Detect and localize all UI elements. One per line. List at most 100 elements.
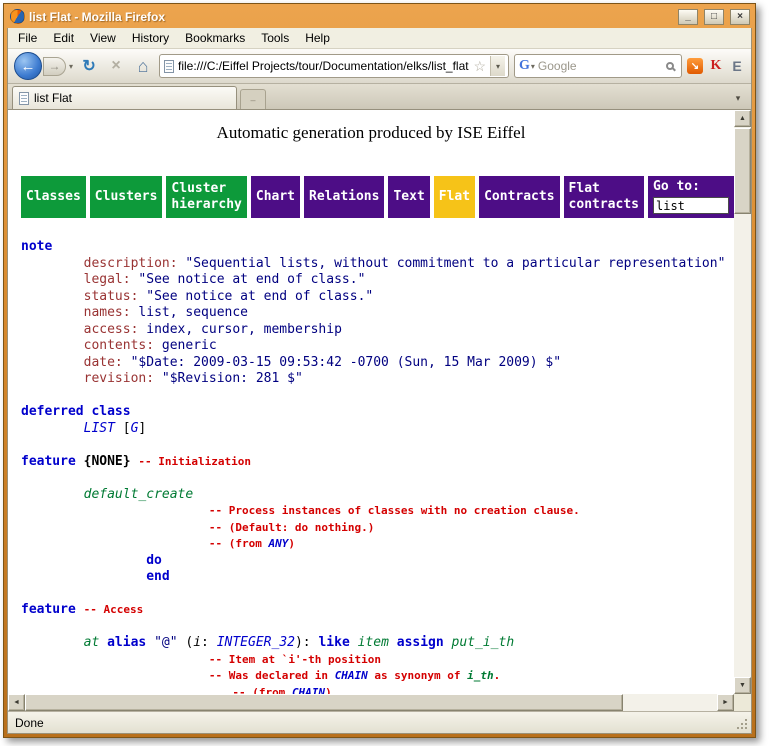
- code-line: -- (from ANY): [21, 536, 734, 553]
- nav-button-label: hierarchy: [171, 197, 241, 213]
- nav-button-contracts[interactable]: Contracts: [479, 176, 559, 218]
- menu-view[interactable]: View: [82, 29, 124, 47]
- tab-list-flat[interactable]: list Flat: [12, 86, 237, 109]
- menu-history[interactable]: History: [124, 29, 177, 47]
- status-bar: Done: [8, 711, 751, 733]
- maximize-button[interactable]: □: [704, 9, 724, 25]
- code-link[interactable]: CHAIN: [335, 669, 368, 682]
- code-segment: legal:: [84, 272, 139, 287]
- nav-button-label: Chart: [256, 189, 295, 205]
- scroll-left-button[interactable]: ◄: [8, 694, 25, 711]
- code-line: end: [21, 569, 734, 586]
- menu-tools[interactable]: Tools: [253, 29, 297, 47]
- menu-file[interactable]: File: [10, 29, 45, 47]
- nav-button-relations[interactable]: Relations: [304, 176, 384, 218]
- eiffel-code: note description: "Sequential lists, wit…: [21, 239, 734, 694]
- nav-button-text[interactable]: Text: [388, 176, 429, 218]
- back-button[interactable]: ←: [14, 52, 42, 80]
- scroll-up-button[interactable]: ▲: [734, 110, 751, 127]
- code-link[interactable]: item: [358, 635, 389, 650]
- menu-bookmarks[interactable]: Bookmarks: [177, 29, 253, 47]
- nav-button-flat[interactable]: Flat: [434, 176, 475, 218]
- download-extension-icon[interactable]: ↘: [687, 58, 703, 74]
- status-text: Done: [15, 716, 44, 730]
- k-extension-icon[interactable]: K: [708, 58, 724, 74]
- menu-edit[interactable]: Edit: [45, 29, 82, 47]
- url-text[interactable]: file:///C:/Eiffel Projects/tour/Document…: [178, 59, 469, 73]
- nav-button-classes[interactable]: Classes: [21, 176, 86, 218]
- code-segment: [146, 635, 154, 650]
- nav-button-clusters[interactable]: Clusters: [90, 176, 163, 218]
- code-line: [21, 586, 734, 603]
- code-segment: index, cursor, membership: [146, 322, 342, 337]
- code-segment: -- Initialization: [138, 455, 251, 468]
- tab-label: list Flat: [34, 91, 72, 105]
- horizontal-scrollbar[interactable]: ◄ ►: [8, 694, 734, 711]
- code-link[interactable]: put_i_th: [452, 635, 515, 650]
- vertical-scrollbar[interactable]: ▲ ▼: [734, 110, 751, 694]
- code-segment: .: [494, 669, 501, 682]
- forward-button[interactable]: →: [43, 57, 66, 76]
- menu-help[interactable]: Help: [297, 29, 338, 47]
- code-link[interactable]: LIST: [84, 421, 115, 436]
- refresh-button[interactable]: ↻: [78, 55, 100, 77]
- code-segment: feature: [21, 602, 84, 617]
- code-segment: feature: [21, 454, 76, 469]
- code-segment: "@": [154, 635, 177, 650]
- code-segment: description:: [84, 256, 186, 271]
- code-line: deferred class: [21, 404, 734, 421]
- bookmark-star-icon[interactable]: ☆: [473, 58, 486, 75]
- code-segment: :: [201, 635, 217, 650]
- code-link[interactable]: CHAIN: [292, 686, 325, 695]
- nav-button-label: Text: [393, 189, 424, 205]
- code-segment: "See notice at end of class.": [138, 272, 365, 287]
- nav-button-label: Flat: [569, 181, 639, 197]
- code-segment: [389, 635, 397, 650]
- title-bar: list Flat - Mozilla Firefox _ □ ×: [7, 7, 752, 28]
- code-segment: i: [193, 635, 201, 650]
- nav-button-cluster-hierarchy[interactable]: Clusterhierarchy: [166, 176, 246, 218]
- code-segment: do: [146, 553, 162, 568]
- search-box[interactable]: G ▾: [514, 54, 682, 78]
- stop-button[interactable]: ×: [105, 55, 127, 77]
- search-engine-dropdown-icon[interactable]: ▾: [531, 62, 535, 71]
- code-segment: -- Process instances of classes with no …: [209, 504, 580, 517]
- code-segment: -- (from: [209, 537, 269, 550]
- minimize-button[interactable]: _: [678, 9, 698, 25]
- code-segment: (: [178, 635, 194, 650]
- history-dropdown-icon[interactable]: ▾: [69, 62, 73, 71]
- close-button[interactable]: ×: [730, 9, 750, 25]
- url-dropdown-button[interactable]: ▾: [490, 56, 505, 76]
- code-line: date: "$Date: 2009-03-15 09:53:42 -0700 …: [21, 355, 734, 372]
- code-line: [21, 437, 734, 454]
- code-line: -- (from CHAIN): [21, 685, 734, 695]
- scroll-right-button[interactable]: ►: [717, 694, 734, 711]
- horizontal-scrollbar-thumb[interactable]: [25, 694, 623, 711]
- new-tab-stub[interactable]: –: [240, 89, 266, 109]
- code-link[interactable]: ANY: [268, 537, 288, 550]
- code-segment: [99, 635, 107, 650]
- search-input[interactable]: [538, 59, 663, 73]
- address-bar[interactable]: file:///C:/Eiffel Projects/tour/Document…: [159, 54, 509, 78]
- vertical-scrollbar-thumb[interactable]: [734, 128, 751, 214]
- code-line: [21, 388, 734, 405]
- nav-button-label: Flat: [439, 189, 470, 205]
- list-all-tabs-button[interactable]: ▾: [729, 88, 747, 108]
- resize-grip[interactable]: [745, 727, 747, 729]
- code-link[interactable]: at: [84, 635, 100, 650]
- firefox-icon: [10, 9, 25, 24]
- code-segment: ): [288, 537, 295, 550]
- home-button[interactable]: ⌂: [132, 55, 154, 77]
- code-segment: generic: [162, 338, 217, 353]
- code-line: revision: "$Revision: 281 $": [21, 371, 734, 388]
- code-link[interactable]: default_create: [84, 487, 194, 502]
- code-link[interactable]: INTEGER_32: [217, 635, 295, 650]
- goto-input[interactable]: [653, 197, 729, 214]
- search-icon[interactable]: [666, 62, 674, 70]
- nav-button-flat-contracts[interactable]: Flatcontracts: [564, 176, 644, 218]
- nav-button-chart[interactable]: Chart: [251, 176, 300, 218]
- e-extension-icon[interactable]: E: [729, 58, 745, 74]
- code-segment: names:: [84, 305, 139, 320]
- scroll-down-button[interactable]: ▼: [734, 677, 751, 694]
- code-link[interactable]: i_th: [467, 669, 494, 682]
